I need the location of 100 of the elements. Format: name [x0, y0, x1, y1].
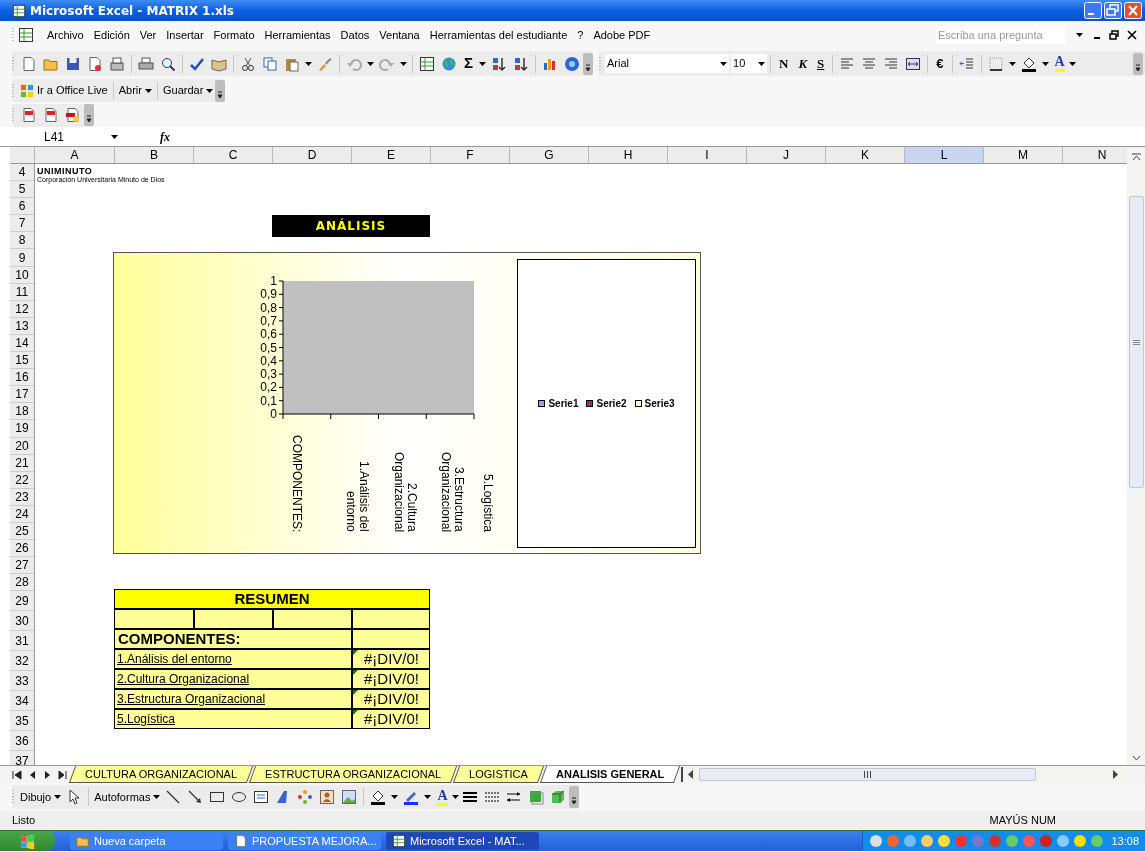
- row-header[interactable]: 35: [10, 711, 34, 732]
- dropdown-caret-icon[interactable]: [391, 795, 399, 799]
- taskbar-button[interactable]: Nueva carpeta: [70, 832, 223, 850]
- pen-icon[interactable]: [403, 789, 420, 805]
- dropdown-caret-icon[interactable]: [153, 795, 161, 799]
- ellipse-icon[interactable]: [231, 789, 248, 805]
- dropdown-caret-icon[interactable]: [305, 61, 312, 66]
- font-color-button[interactable]: A: [1054, 55, 1065, 72]
- thick-lines-icon[interactable]: [461, 789, 478, 805]
- component-link[interactable]: 3.Estructura Organizacional: [114, 689, 352, 709]
- component-link[interactable]: 2.Cultura Organizacional: [114, 669, 352, 689]
- sheet-tab[interactable]: ANALISIS GENERAL: [539, 766, 680, 783]
- row-header[interactable]: 11: [10, 283, 34, 301]
- sort-icon[interactable]: [491, 55, 507, 72]
- font-size-field[interactable]: 10: [731, 54, 767, 73]
- paintbrush-icon[interactable]: [317, 55, 333, 72]
- toolbar-button[interactable]: Abrir: [116, 82, 154, 99]
- row-header[interactable]: 21: [10, 454, 34, 472]
- spreadsheet-icon[interactable]: [18, 27, 34, 43]
- menu-item[interactable]: Adobe PDF: [588, 26, 656, 44]
- menu-item[interactable]: ?: [572, 26, 589, 44]
- row-header[interactable]: 8: [10, 232, 34, 250]
- menu-item[interactable]: Herramientas del estudiante: [424, 26, 573, 44]
- sheet-tab[interactable]: ESTRUCTURA ORGANIZACIONAL: [248, 766, 458, 783]
- row-header[interactable]: 6: [10, 198, 34, 216]
- row-header[interactable]: 12: [10, 300, 34, 318]
- dots-ring-icon[interactable]: [297, 789, 314, 805]
- menu-item[interactable]: Datos: [335, 26, 375, 44]
- font-name-field[interactable]: Arial: [605, 54, 729, 73]
- row-header[interactable]: 26: [10, 540, 34, 558]
- sort-icon[interactable]: [513, 55, 529, 72]
- toolbar-grip[interactable]: [12, 789, 15, 805]
- dropdown-caret-icon[interactable]: [758, 61, 765, 66]
- row-header[interactable]: 27: [10, 557, 34, 575]
- copy-icon[interactable]: [262, 55, 278, 72]
- pdf-convert-icon[interactable]: [65, 107, 81, 123]
- column-header[interactable]: E: [352, 147, 431, 163]
- row-header[interactable]: 23: [10, 488, 34, 506]
- row-header[interactable]: 18: [10, 403, 34, 421]
- column-header[interactable]: C: [194, 147, 273, 163]
- pdf-document-icon[interactable]: [43, 107, 59, 123]
- toolbar-grip[interactable]: [12, 27, 15, 43]
- component-link[interactable]: 5.Logística: [114, 709, 352, 729]
- dropdown-caret-icon[interactable]: [1076, 33, 1083, 37]
- document-icon[interactable]: [21, 55, 37, 72]
- column-header[interactable]: G: [510, 147, 589, 163]
- sheet-tab[interactable]: LOGISTICA: [452, 766, 544, 783]
- row-header[interactable]: 16: [10, 369, 34, 387]
- toolbar-button[interactable]: Guardar: [160, 82, 216, 99]
- help-search-field[interactable]: Escriba una pregunta: [936, 26, 1066, 44]
- scrollbar-thumb[interactable]: [1128, 196, 1144, 488]
- function-label[interactable]: fx: [160, 127, 170, 146]
- align-center-icon[interactable]: [861, 55, 878, 72]
- scroll-left-icon[interactable]: [688, 770, 694, 779]
- row-header[interactable]: 36: [10, 731, 34, 752]
- toolbar-options-icon[interactable]: [583, 52, 593, 75]
- menu-item[interactable]: Ver: [134, 26, 162, 44]
- column-header[interactable]: M: [984, 147, 1063, 163]
- row-header[interactable]: 24: [10, 505, 34, 523]
- dashed-lines-icon[interactable]: [483, 789, 500, 805]
- column-header[interactable]: J: [747, 147, 826, 163]
- sheet-tab[interactable]: CULTURA ORGANIZACIONAL: [68, 766, 254, 783]
- person-card-icon[interactable]: [319, 789, 336, 805]
- text-box-icon[interactable]: [253, 789, 270, 805]
- underline-button[interactable]: S: [817, 53, 825, 74]
- line-icon[interactable]: [165, 789, 182, 805]
- spreadsheet-icon[interactable]: [419, 55, 435, 72]
- vertical-scrollbar[interactable]: [1127, 147, 1145, 765]
- bold-button[interactable]: N: [779, 53, 789, 74]
- scissors-icon[interactable]: [240, 55, 256, 72]
- printer-icon[interactable]: [138, 55, 154, 72]
- dropdown-caret-icon[interactable]: [479, 61, 486, 66]
- row-header[interactable]: 22: [10, 471, 34, 489]
- dropdown-caret-icon[interactable]: [451, 795, 459, 799]
- menu-item[interactable]: Insertar: [161, 26, 209, 44]
- row-header[interactable]: 4: [10, 164, 34, 182]
- name-box[interactable]: L41: [12, 128, 122, 145]
- merge-cells-icon[interactable]: [905, 55, 922, 72]
- row-header[interactable]: 17: [10, 386, 34, 404]
- row-header[interactable]: 29: [10, 591, 34, 612]
- magnifier-icon[interactable]: [160, 55, 176, 72]
- menu-item[interactable]: Herramientas: [259, 26, 336, 44]
- double-arrow-icon[interactable]: [505, 789, 522, 805]
- font-color-button[interactable]: A: [437, 788, 448, 806]
- italic-button[interactable]: K: [798, 53, 808, 74]
- start-button[interactable]: [0, 831, 55, 851]
- menu-item[interactable]: Ventana: [374, 26, 425, 44]
- toolbar-options-icon[interactable]: [215, 79, 226, 102]
- row-header[interactable]: 10: [10, 266, 34, 284]
- column-header[interactable]: F: [431, 147, 510, 163]
- cube-icon[interactable]: [549, 789, 566, 805]
- menu-item[interactable]: Formato: [208, 26, 260, 44]
- tray-icon[interactable]: [937, 834, 952, 848]
- indent-icon[interactable]: [958, 55, 975, 72]
- close-icon[interactable]: [1127, 30, 1137, 40]
- dropdown-caret-icon[interactable]: [1068, 61, 1076, 66]
- column-header[interactable]: B: [115, 147, 194, 163]
- document-badge-icon[interactable]: [87, 55, 103, 72]
- toolbar-button[interactable]: Ir a Office Live: [18, 82, 110, 99]
- menu-item[interactable]: Archivo: [42, 26, 89, 44]
